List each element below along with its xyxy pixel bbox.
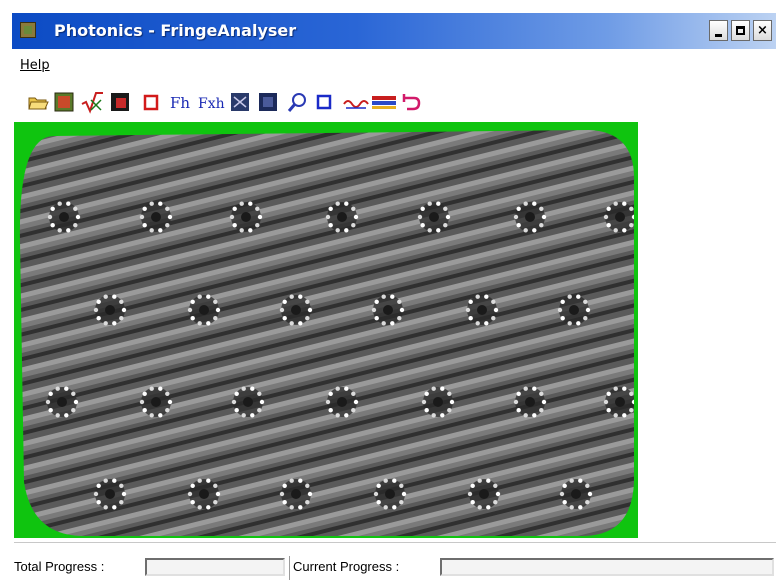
dark-grid-button[interactable] bbox=[256, 90, 280, 114]
open-folder-button[interactable] bbox=[26, 90, 50, 114]
title-bar[interactable]: Photonics - FringeAnalyser × bbox=[12, 13, 776, 49]
fxh-button[interactable]: Fxh bbox=[196, 90, 228, 114]
fh-icon: Fh bbox=[170, 94, 190, 112]
maximize-icon bbox=[736, 26, 745, 35]
fh-button[interactable]: Fh bbox=[166, 90, 196, 114]
undo-button[interactable] bbox=[398, 90, 422, 114]
close-icon: × bbox=[757, 23, 768, 38]
red-square-icon bbox=[143, 94, 159, 111]
square-root-icon bbox=[81, 92, 103, 114]
svg-text:Fh: Fh bbox=[170, 94, 190, 112]
dark-image-icon bbox=[111, 93, 129, 111]
divider bbox=[14, 542, 776, 543]
grid-image-button[interactable] bbox=[228, 90, 252, 114]
blue-square-icon bbox=[316, 94, 332, 110]
toolbar: Fh Fxh bbox=[12, 86, 776, 118]
dark-image-button[interactable] bbox=[108, 90, 132, 114]
svg-text:Fxh: Fxh bbox=[198, 96, 225, 112]
image-icon bbox=[54, 92, 74, 112]
app-window: Photonics - FringeAnalyser × Help Fh Fxh… bbox=[0, 0, 776, 584]
fringe-image-panel[interactable] bbox=[14, 122, 638, 538]
close-button[interactable]: × bbox=[753, 20, 772, 41]
current-progress-bar bbox=[440, 558, 774, 576]
blue-square-button[interactable] bbox=[312, 90, 336, 114]
minimize-button[interactable] bbox=[709, 20, 728, 41]
total-progress-label: Total Progress : bbox=[14, 559, 105, 574]
zoom-icon bbox=[287, 93, 306, 112]
dark-grid-icon bbox=[259, 93, 277, 111]
total-progress-bar bbox=[145, 558, 285, 576]
open-folder-icon bbox=[28, 97, 49, 110]
side-panel bbox=[638, 122, 776, 538]
window-title: Photonics - FringeAnalyser bbox=[54, 21, 297, 40]
menu-help[interactable]: Help bbox=[20, 58, 50, 73]
square-root-button[interactable] bbox=[80, 90, 104, 114]
app-icon bbox=[20, 22, 36, 38]
fxh-icon: Fxh bbox=[198, 96, 225, 112]
wave-icon bbox=[343, 100, 369, 109]
minimize-icon bbox=[715, 34, 722, 37]
fringe-pattern-icon bbox=[19, 130, 635, 536]
zoom-button[interactable] bbox=[286, 90, 310, 114]
palette-icon bbox=[372, 96, 396, 109]
status-bar: Total Progress : Current Progress : bbox=[12, 556, 776, 580]
palette-button[interactable] bbox=[370, 90, 398, 114]
red-square-button[interactable] bbox=[138, 90, 162, 114]
divider bbox=[289, 556, 290, 580]
wave-button[interactable] bbox=[342, 90, 370, 114]
current-progress-label: Current Progress : bbox=[293, 559, 400, 574]
image-button[interactable] bbox=[52, 90, 76, 114]
maximize-button[interactable] bbox=[731, 20, 750, 41]
undo-icon bbox=[402, 94, 421, 111]
grid-image-icon bbox=[231, 93, 249, 111]
menu-bar: Help bbox=[12, 55, 776, 77]
